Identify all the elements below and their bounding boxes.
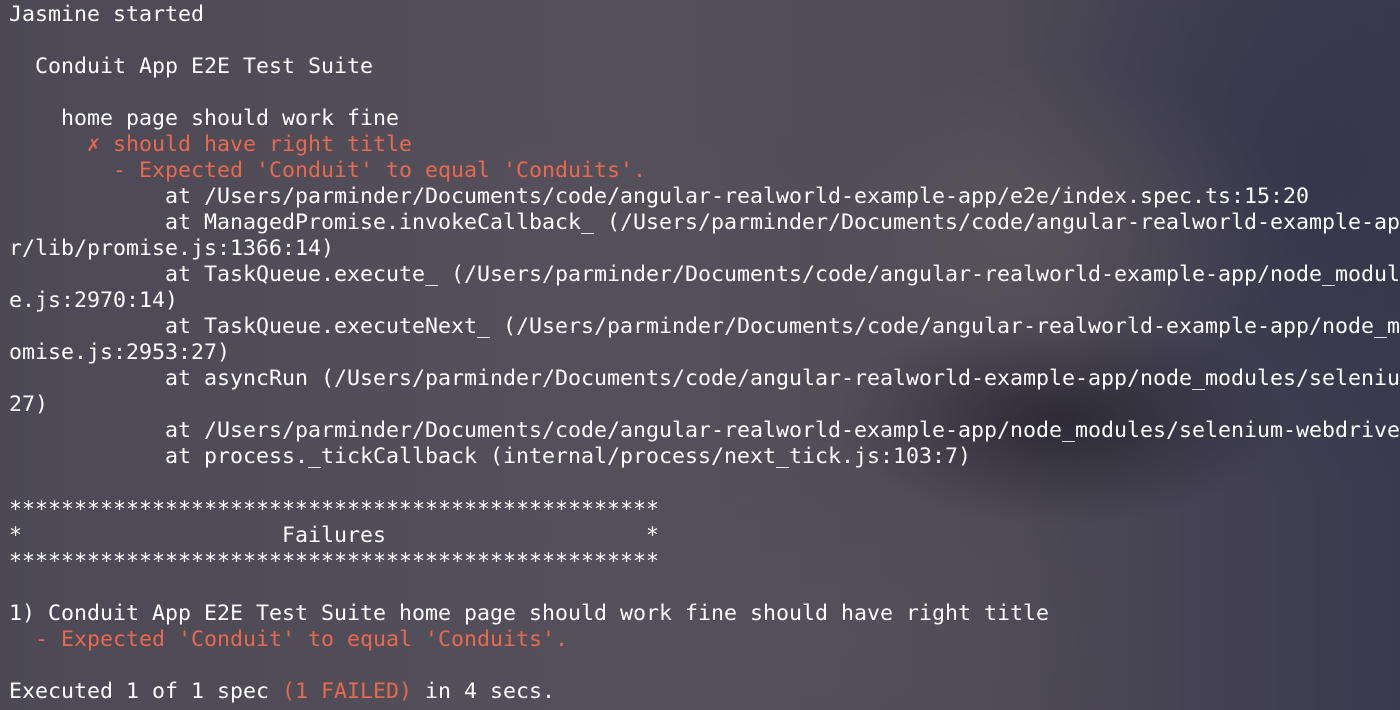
terminal-line-execution-summary: Executed 1 of 1 spec (1 FAILED) in 4 sec… (9, 679, 555, 705)
terminal-line-spec-group: home page should work fine (9, 106, 400, 131)
terminal-line-failed-spec: ✗ should have right title (9, 132, 413, 157)
terminal-line-jasmine-started: Jasmine started (9, 2, 205, 27)
terminal-line-stack-frame-wrap: r/lib/promise.js:1366:14) (9, 236, 335, 261)
terminal-line-failures-heading: * Failures * (9, 523, 660, 548)
terminal-line-stack-frame: at TaskQueue.executeNext_ (/Users/parmin… (9, 314, 1400, 339)
terminal-line-failures-border-top: ****************************************… (9, 497, 660, 522)
terminal-line-stack-frame: at asyncRun (/Users/parminder/Documents/… (9, 366, 1400, 391)
terminal-line-stack-frame: at TaskQueue.execute_ (/Users/parminder/… (9, 262, 1400, 287)
terminal-line-suite-name: Conduit App E2E Test Suite (9, 54, 374, 79)
terminal-line-stack-frame: at process._tickCallback (internal/proce… (9, 444, 972, 469)
terminal-line-stack-frame: at /Users/parminder/Documents/code/angul… (9, 184, 1310, 209)
duration-text: in 4 secs. (412, 679, 556, 704)
terminal-line-stack-frame-wrap: omise.js:2953:27) (9, 340, 231, 365)
terminal-line-expectation-error: - Expected 'Conduit' to equal 'Conduits'… (9, 158, 647, 183)
failed-count-text: (1 FAILED) (282, 679, 413, 704)
terminal-output[interactable]: Jasmine started Conduit App E2E Test Sui… (0, 0, 1400, 710)
terminal-line-stack-frame: at /Users/parminder/Documents/code/angul… (9, 418, 1400, 443)
terminal-line-failure-summary: 1) Conduit App E2E Test Suite home page … (9, 601, 1050, 626)
terminal-line-failure-message: - Expected 'Conduit' to equal 'Conduits'… (9, 627, 569, 652)
terminal-line-stack-frame: at ManagedPromise.invokeCallback_ (/User… (9, 210, 1400, 235)
terminal-line-stack-frame-wrap: 27) (9, 392, 49, 417)
terminal-line-stack-frame-wrap: e.js:2970:14) (9, 288, 179, 313)
executed-count-text: Executed 1 of 1 spec (9, 679, 283, 704)
terminal-line-failures-border-bottom: ****************************************… (9, 549, 660, 574)
